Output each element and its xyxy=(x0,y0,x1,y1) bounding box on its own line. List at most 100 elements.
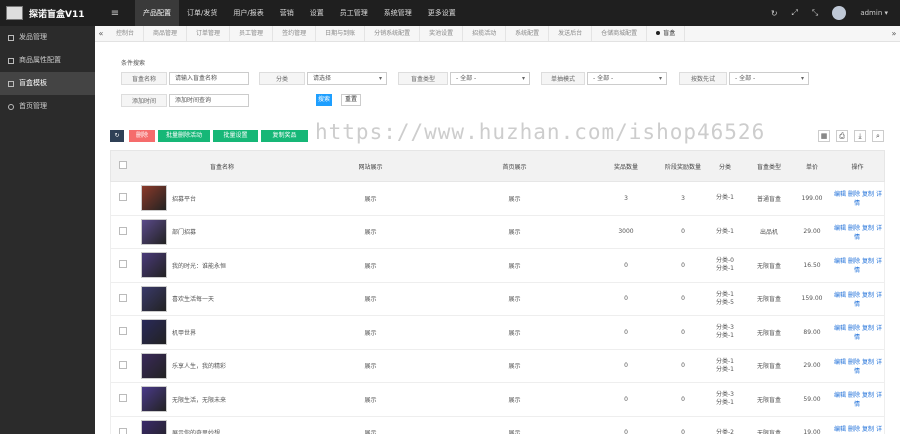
edit-link[interactable]: 编辑 xyxy=(834,392,846,399)
expand-icon[interactable]: ⤢ xyxy=(792,8,798,18)
table-row[interactable]: 部门招募 展示 展示 3000 0 分类-1 出品机 29.00 编辑 删除 复制 详情 xyxy=(110,215,885,249)
topnav-item-orders[interactable]: 订单/发货 xyxy=(179,0,225,26)
print-icon[interactable]: ⎙ xyxy=(836,130,848,142)
copy-link[interactable]: 复制 xyxy=(862,292,874,299)
row-checkbox-cell[interactable] xyxy=(111,394,135,404)
edit-link[interactable]: 编辑 xyxy=(834,258,846,265)
tab-scroll-left-icon[interactable]: « xyxy=(95,29,107,38)
tab-warehouse[interactable]: 仓储商城配置 xyxy=(592,26,648,41)
menu-toggle-icon[interactable]: ≡ xyxy=(95,8,135,19)
refresh-icon[interactable]: ↻ xyxy=(771,9,778,18)
row-checkbox[interactable] xyxy=(119,260,127,269)
tab-contract[interactable]: 签约管理 xyxy=(273,26,317,41)
tab-staff[interactable]: 员工管理 xyxy=(230,26,274,41)
row-checkbox[interactable] xyxy=(119,226,127,235)
name-search-input[interactable]: 请输入盲盒名称 xyxy=(169,72,249,85)
topnav-item-settings[interactable]: 设置 xyxy=(302,0,332,26)
reset-button[interactable]: 重置 xyxy=(341,94,361,106)
topnav-item-system[interactable]: 系统管理 xyxy=(376,0,420,26)
edit-link[interactable]: 编辑 xyxy=(834,359,846,366)
category-select[interactable]: 请选择 ▾ xyxy=(307,72,387,85)
order-select[interactable]: - 全部 - ▾ xyxy=(729,72,809,85)
sidebar-item-homepage[interactable]: 首页管理 xyxy=(0,95,95,118)
row-checkbox-cell[interactable] xyxy=(111,327,135,337)
tab-orders[interactable]: 订单管理 xyxy=(187,26,231,41)
tab-prize-pool[interactable]: 奖池设置 xyxy=(420,26,464,41)
table-row[interactable]: 喜欢生活每一天 展示 展示 0 0 分类-1 分类-5 无限盲盒 159.00 编辑 删除 复制 详情 xyxy=(110,282,885,316)
tab-scroll-right-icon[interactable]: » xyxy=(888,29,900,38)
topnav-item-more[interactable]: 更多设置 xyxy=(420,0,464,26)
topnav-item-staff[interactable]: 员工管理 xyxy=(332,0,376,26)
row-checkbox[interactable] xyxy=(119,293,127,302)
tab-distribution[interactable]: 分销系统配置 xyxy=(365,26,421,41)
row-checkbox[interactable] xyxy=(119,327,127,336)
topnav-item-users[interactable]: 用户/报表 xyxy=(225,0,271,26)
fullscreen-icon[interactable]: ⤡ xyxy=(812,8,818,18)
sidebar-item-blindbox-template[interactable]: 盲盒模板 xyxy=(0,72,95,95)
batch-setting-button[interactable]: 批量设置 xyxy=(213,130,258,142)
tab-console[interactable]: 控制台 xyxy=(107,26,145,41)
edit-link[interactable]: 编辑 xyxy=(834,426,846,433)
row-checkbox-cell[interactable] xyxy=(111,360,135,371)
tab-activity[interactable]: 招揽活动 xyxy=(463,26,507,41)
copy-prize-button[interactable]: 复制奖品 xyxy=(261,130,308,142)
app-logo[interactable]: 探诺盲盒V11 xyxy=(0,0,95,26)
tab-send[interactable]: 发送后台 xyxy=(549,26,593,41)
table-row[interactable]: 我的时光：谁能永恒 展示 展示 0 0 分类-0 分类-1 无限盲盒 16.50 编辑 删除 复制 详情 xyxy=(110,249,885,283)
user-menu[interactable]: admin ▾ xyxy=(860,9,888,17)
row-checkbox-cell[interactable] xyxy=(111,193,135,203)
delete-link[interactable]: 删除 xyxy=(848,426,860,433)
table-row[interactable]: 机甲世界 展示 展示 0 0 分类-3 分类-1 无限盲盒 89.00 编辑 删除 复制 详情 xyxy=(110,316,885,350)
select-all-checkbox[interactable] xyxy=(119,161,127,169)
tab-date[interactable]: 日期与到账 xyxy=(316,26,366,41)
edit-link[interactable]: 编辑 xyxy=(834,292,846,299)
delete-link[interactable]: 删除 xyxy=(848,191,860,198)
tab-system[interactable]: 系统配置 xyxy=(506,26,550,41)
table-row[interactable]: 乐享人生，我的精彩 展示 展示 0 0 分类-1 分类-1 无限盲盒 29.00 编辑 删除 复制 详情 xyxy=(110,349,885,383)
row-checkbox[interactable] xyxy=(119,360,127,369)
type-select[interactable]: - 全部 - ▾ xyxy=(450,72,530,85)
time-search-input[interactable]: 添加时间查询 xyxy=(169,94,249,107)
search-icon[interactable]: ⌕ xyxy=(872,130,884,142)
delete-link[interactable]: 删除 xyxy=(848,359,860,366)
row-checkbox-cell[interactable] xyxy=(111,293,135,304)
edit-link[interactable]: 编辑 xyxy=(834,225,846,232)
topnav-item-marketing[interactable]: 营销 xyxy=(272,0,302,26)
table-row[interactable]: 招募平台 展示 展示 3 3 分类-1 普通盲盒 199.00 编辑 删除 复制 详情 xyxy=(110,182,885,216)
copy-link[interactable]: 复制 xyxy=(862,359,874,366)
copy-link[interactable]: 复制 xyxy=(862,258,874,265)
select-all-checkbox-cell[interactable] xyxy=(111,161,135,171)
copy-link[interactable]: 复制 xyxy=(862,225,874,232)
delete-link[interactable]: 删除 xyxy=(848,258,860,265)
delete-link[interactable]: 删除 xyxy=(848,225,860,232)
table-row[interactable]: 无限生活，无限未来 展示 展示 0 0 分类-3 分类-1 无限盲盒 59.00 编辑 删除 复制 详情 xyxy=(110,383,885,417)
edit-link[interactable]: 编辑 xyxy=(834,191,846,198)
delete-link[interactable]: 删除 xyxy=(848,392,860,399)
delete-link[interactable]: 删除 xyxy=(848,292,860,299)
table-row[interactable]: 展示你的奇思妙想 展示 展示 0 0 分类-2 无限盲盒 19.00 编辑删除复制详情 xyxy=(110,416,885,434)
row-checkbox-cell[interactable] xyxy=(111,260,135,270)
refresh-table-button[interactable]: ↻ xyxy=(110,130,124,142)
topnav-item-products[interactable]: 产品配置 xyxy=(135,0,179,26)
columns-icon[interactable]: ▦ xyxy=(818,130,830,142)
export-icon[interactable]: ⤓ xyxy=(854,130,866,142)
copy-link[interactable]: 复制 xyxy=(862,426,874,433)
row-checkbox[interactable] xyxy=(119,394,127,403)
delete-link[interactable]: 删除 xyxy=(848,325,860,332)
tab-products[interactable]: 商品管理 xyxy=(144,26,188,41)
copy-link[interactable]: 复制 xyxy=(862,191,874,198)
sidebar-item-attributes[interactable]: 商品属性配置 xyxy=(0,49,95,72)
batch-delete-activity-button[interactable]: 批量删除活动 xyxy=(158,130,210,142)
delete-button[interactable]: 删除 xyxy=(129,130,155,142)
mode-select[interactable]: - 全部 - ▾ xyxy=(587,72,667,85)
edit-link[interactable]: 编辑 xyxy=(834,325,846,332)
avatar[interactable] xyxy=(832,6,847,20)
row-checkbox[interactable] xyxy=(119,193,127,202)
copy-link[interactable]: 复制 xyxy=(862,325,874,332)
sidebar-item-products[interactable]: 发品管理 xyxy=(0,26,95,49)
search-button[interactable]: 搜索 xyxy=(316,94,332,106)
row-checkbox[interactable] xyxy=(119,427,127,434)
row-checkbox-cell[interactable] xyxy=(111,226,135,237)
tab-blindbox[interactable]: 盲盒 xyxy=(647,26,686,41)
row-checkbox-cell[interactable] xyxy=(111,427,135,434)
